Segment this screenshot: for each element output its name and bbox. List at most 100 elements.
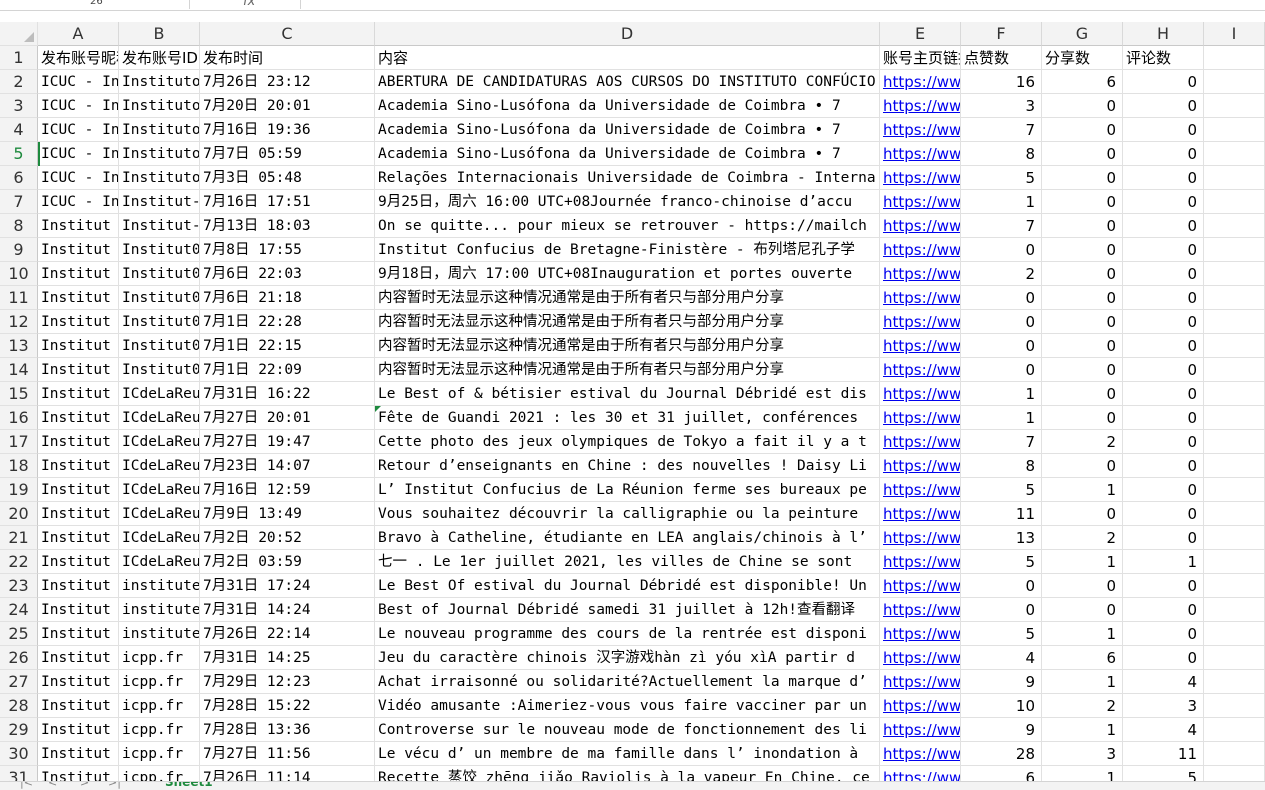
cell-comments[interactable]: 0 xyxy=(1123,190,1204,214)
row-number[interactable]: 28 xyxy=(0,694,38,718)
cell-account-id[interactable]: icpp.fr xyxy=(119,646,200,670)
sheet-tab[interactable]: Sheet1 xyxy=(165,782,213,789)
cell-account-name[interactable]: Institut xyxy=(38,406,119,430)
cell-profile-link[interactable]: https://www xyxy=(880,430,961,454)
cell-account-name[interactable]: ICUC - Instituto xyxy=(38,142,119,166)
cell-shares[interactable]: 0 xyxy=(1042,94,1123,118)
cell-empty[interactable] xyxy=(1204,310,1265,334)
cell-profile-link[interactable]: https://www xyxy=(880,262,961,286)
cell-account-id[interactable]: institute xyxy=(119,598,200,622)
cell-comments[interactable]: 3 xyxy=(1123,694,1204,718)
cell-profile-link[interactable]: https://www xyxy=(880,214,961,238)
cell-account-name[interactable]: Institut xyxy=(38,502,119,526)
cell-account-name[interactable]: Institut xyxy=(38,478,119,502)
cell-empty[interactable] xyxy=(1204,646,1265,670)
cell-account-name[interactable]: Institut xyxy=(38,574,119,598)
cell-empty[interactable] xyxy=(1204,454,1265,478)
cell-content[interactable]: 内容暂时无法显示这种情况通常是由于所有者只与部分用户分享 xyxy=(375,358,880,382)
cell-publish-time[interactable]: 7月28日 13:36 xyxy=(200,718,375,742)
cell-likes[interactable]: 0 xyxy=(961,238,1042,262)
cell-account-name[interactable]: Institut xyxy=(38,382,119,406)
cell-publish-time[interactable]: 7月2日 03:59 xyxy=(200,550,375,574)
cell-account-name[interactable]: Institut xyxy=(38,646,119,670)
cell-shares[interactable]: 0 xyxy=(1042,262,1123,286)
cell-account-id[interactable]: Instituto xyxy=(119,70,200,94)
cell-content[interactable]: Le nouveau programme des cours de la ren… xyxy=(375,622,880,646)
cell-likes[interactable]: 9 xyxy=(961,670,1042,694)
cell-account-name[interactable]: ICUC - Instituto xyxy=(38,118,119,142)
cell-account-name[interactable]: ICUC - Instituto xyxy=(38,190,119,214)
cell-content[interactable]: On se quitte... pour mieux se retrouver … xyxy=(375,214,880,238)
cell-content[interactable]: L’ Institut Confucius de La Réunion ferm… xyxy=(375,478,880,502)
cell-account-name[interactable]: ICUC - Instituto xyxy=(38,70,119,94)
row-number[interactable]: 24 xyxy=(0,598,38,622)
cell-publish-time[interactable]: 7月26日 23:12 xyxy=(200,70,375,94)
cell-account-name[interactable]: Institut xyxy=(38,238,119,262)
cell-empty[interactable] xyxy=(1204,166,1265,190)
cell-empty[interactable] xyxy=(1204,262,1265,286)
cell-comments[interactable]: 0 xyxy=(1123,526,1204,550)
cell-profile-link[interactable]: https://www xyxy=(880,622,961,646)
cell-content[interactable]: Academia Sino-Lusófona da Universidade d… xyxy=(375,142,880,166)
cell-account-name[interactable]: Institut xyxy=(38,550,119,574)
cell-profile-link[interactable]: https://www xyxy=(880,742,961,766)
cell-account-name[interactable]: Institut xyxy=(38,454,119,478)
cell-comments[interactable]: 1 xyxy=(1123,550,1204,574)
cell-account-id[interactable]: ICdeLaReu xyxy=(119,454,200,478)
cell-profile-link[interactable]: https://www xyxy=(880,574,961,598)
cell-shares[interactable]: 0 xyxy=(1042,574,1123,598)
cell-likes[interactable]: 0 xyxy=(961,334,1042,358)
cell-publish-time[interactable]: 7月31日 17:24 xyxy=(200,574,375,598)
cell-likes[interactable]: 5 xyxy=(961,622,1042,646)
cell-empty[interactable] xyxy=(1204,358,1265,382)
cell-profile-link[interactable]: https://www xyxy=(880,718,961,742)
select-all-icon[interactable] xyxy=(24,32,34,42)
cell-empty[interactable] xyxy=(1204,142,1265,166)
fx-icon[interactable]: fx xyxy=(243,0,255,9)
cell-publish-time[interactable]: 7月7日 05:59 xyxy=(200,142,375,166)
cell-content[interactable]: Vous souhaitez découvrir la calligraphie… xyxy=(375,502,880,526)
cell-account-name[interactable]: Institut xyxy=(38,214,119,238)
cell-account-name[interactable]: Institut xyxy=(38,262,119,286)
cell-comments[interactable]: 0 xyxy=(1123,118,1204,142)
select-all-corner[interactable] xyxy=(0,22,38,46)
row-number[interactable]: 30 xyxy=(0,742,38,766)
cell-likes[interactable]: 0 xyxy=(961,310,1042,334)
cell-empty[interactable] xyxy=(1204,334,1265,358)
cell-likes[interactable]: 1 xyxy=(961,190,1042,214)
cell-profile-link[interactable]: https://www xyxy=(880,406,961,430)
cell-comments[interactable]: 0 xyxy=(1123,70,1204,94)
cell-likes[interactable]: 2 xyxy=(961,262,1042,286)
cell-shares[interactable]: 6 xyxy=(1042,646,1123,670)
cell-comments[interactable]: 0 xyxy=(1123,238,1204,262)
cell-profile-link[interactable]: https://www xyxy=(880,502,961,526)
cell-publish-time[interactable]: 7月31日 14:25 xyxy=(200,646,375,670)
cell-empty[interactable] xyxy=(1204,430,1265,454)
cell-shares[interactable]: 3 xyxy=(1042,742,1123,766)
row-number[interactable]: 3 xyxy=(0,94,38,118)
cell-publish-time[interactable]: 7月16日 12:59 xyxy=(200,478,375,502)
cell-empty[interactable] xyxy=(1204,502,1265,526)
cell-likes[interactable]: 5 xyxy=(961,550,1042,574)
header-cell-h[interactable]: 评论数 xyxy=(1123,46,1204,70)
cell-shares[interactable]: 0 xyxy=(1042,334,1123,358)
cell-comment-marker[interactable] xyxy=(375,406,381,412)
cell-profile-link[interactable]: https://www xyxy=(880,526,961,550)
column-header-h[interactable]: H xyxy=(1123,22,1204,46)
cell-profile-link[interactable]: https://www xyxy=(880,118,961,142)
cell-publish-time[interactable]: 7月26日 22:14 xyxy=(200,622,375,646)
cell-empty[interactable] xyxy=(1204,550,1265,574)
cell-shares[interactable]: 2 xyxy=(1042,526,1123,550)
cell-likes[interactable]: 13 xyxy=(961,526,1042,550)
cell-account-name[interactable]: Institut xyxy=(38,334,119,358)
row-number[interactable]: 15 xyxy=(0,382,38,406)
prev-sheet-icon[interactable]: < xyxy=(48,782,57,789)
cell-likes[interactable]: 7 xyxy=(961,430,1042,454)
cell-comments[interactable]: 0 xyxy=(1123,214,1204,238)
cell-account-id[interactable]: ICdeLaReu xyxy=(119,430,200,454)
cell-content[interactable]: 内容暂时无法显示这种情况通常是由于所有者只与部分用户分享 xyxy=(375,334,880,358)
row-number[interactable]: 2 xyxy=(0,70,38,94)
row-number[interactable]: 25 xyxy=(0,622,38,646)
cell-account-name[interactable]: Institut xyxy=(38,622,119,646)
cell-profile-link[interactable]: https://www xyxy=(880,190,961,214)
